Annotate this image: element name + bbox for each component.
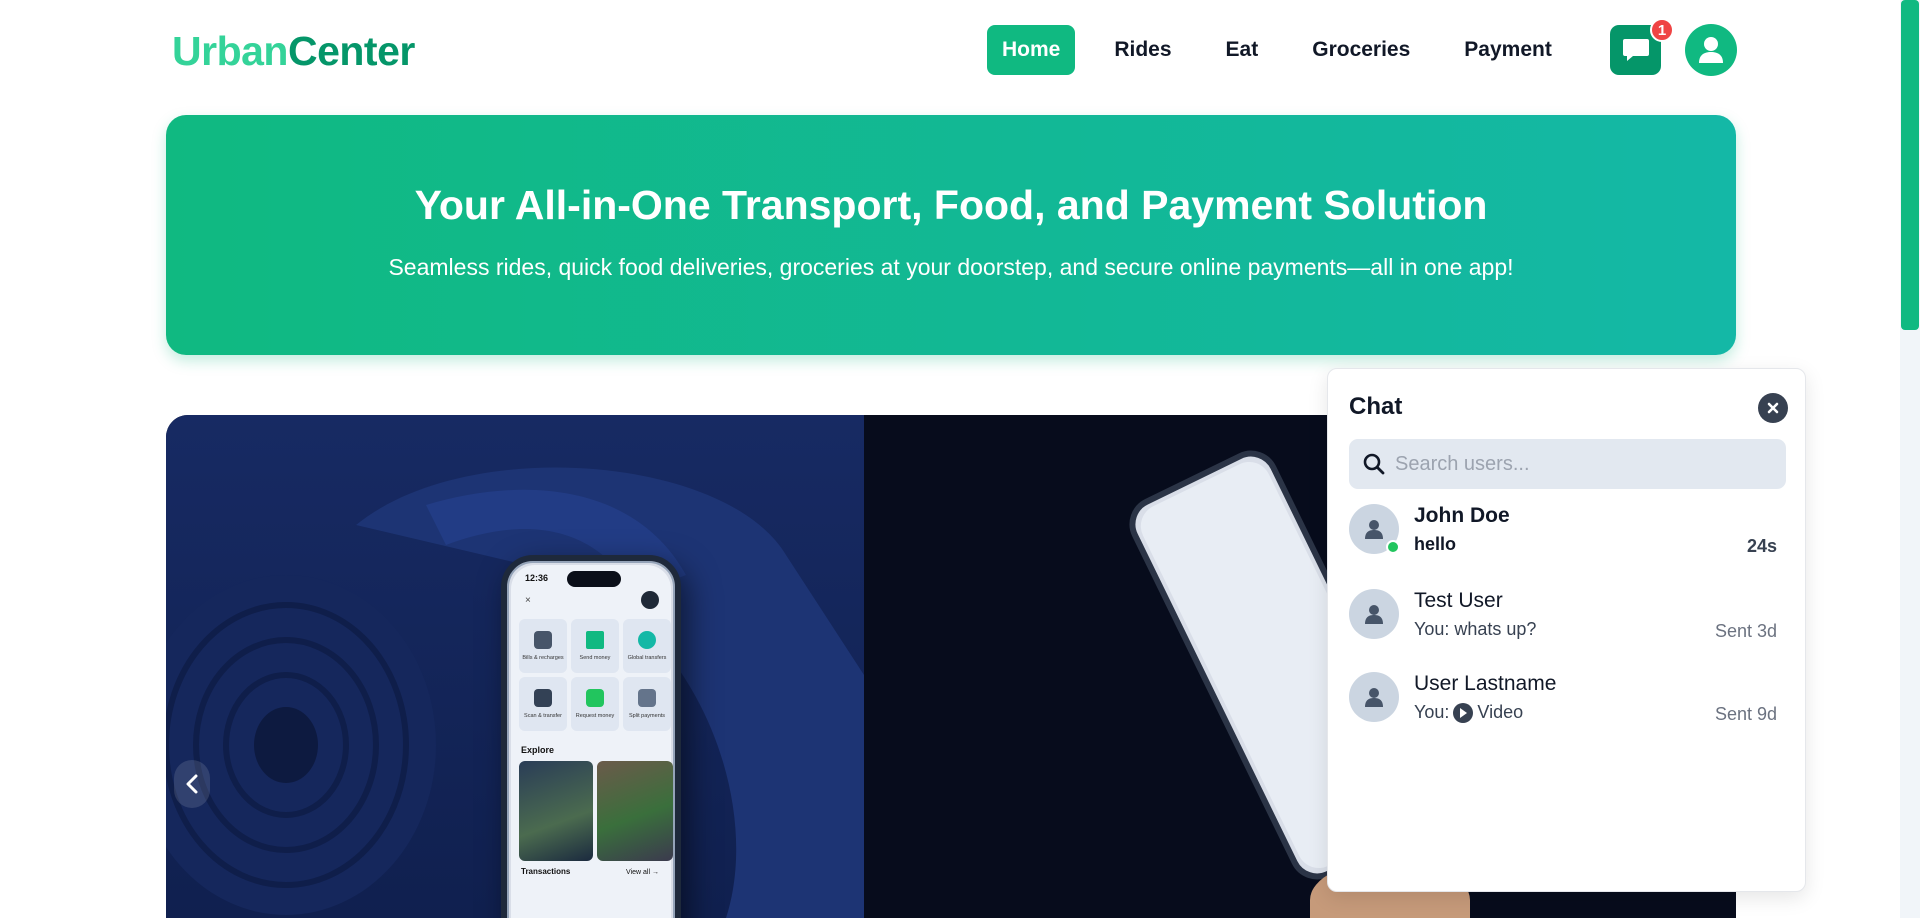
conversation-item[interactable]: Test User You: whats up? Sent 3d	[1349, 589, 1786, 649]
hero-banner: Your All-in-One Transport, Food, and Pay…	[166, 115, 1736, 355]
user-icon	[1699, 37, 1723, 63]
phone-tile-label: Bills & recharges	[522, 655, 564, 661]
nav-rides[interactable]: Rides	[1099, 25, 1186, 75]
explore-image	[519, 761, 593, 861]
phone-tile: Global transfers	[623, 619, 671, 673]
dynamic-island	[567, 571, 621, 587]
phone-tile-label: Split payments	[628, 713, 666, 719]
phone-tile-label: Global transfers	[627, 655, 667, 661]
logo-part-center: Center	[287, 28, 415, 74]
logo-part-urban: Urban	[172, 28, 288, 74]
profile-button[interactable]	[1685, 24, 1737, 76]
carousel-prev-button[interactable]	[174, 760, 210, 808]
nav-home[interactable]: Home	[987, 25, 1076, 75]
phone-tile: Scan & transfer	[519, 677, 567, 731]
explore-image	[597, 761, 673, 861]
page-scrollbar-thumb[interactable]	[1901, 0, 1919, 330]
nav-payment[interactable]: Payment	[1449, 25, 1567, 75]
phone-time: 12:36	[525, 573, 549, 583]
phone-view-all: View all →	[626, 869, 659, 876]
conversation-name: User Lastname	[1414, 672, 1557, 695]
nav-groceries[interactable]: Groceries	[1297, 25, 1425, 75]
phone-mockup: 12:36 × Bills & recharges Send money Glo…	[501, 555, 681, 918]
chat-unread-badge: 1	[1650, 18, 1674, 42]
conversation-item[interactable]: John Doe hello 24s	[1349, 504, 1786, 564]
chat-search-input[interactable]	[1395, 439, 1775, 489]
top-header: UrbanCenter Home Rides Eat Groceries Pay…	[0, 0, 1900, 100]
message-video-label: Video	[1477, 702, 1524, 722]
close-icon	[1767, 402, 1779, 414]
conversation-name: John Doe	[1414, 504, 1510, 527]
user-icon	[1365, 520, 1383, 539]
user-icon	[1365, 605, 1383, 624]
phone-explore-heading: Explore	[521, 745, 555, 755]
online-indicator	[1386, 540, 1400, 554]
nav-eat[interactable]: Eat	[1211, 25, 1274, 75]
conversation-last-message: You: whats up?	[1414, 619, 1537, 639]
main-nav: Home Rides Eat Groceries Payment	[987, 25, 1567, 75]
phone-screen: 12:36 × Bills & recharges Send money Glo…	[511, 565, 673, 918]
conversation-item[interactable]: User Lastname You: Video Sent 9d	[1349, 672, 1786, 732]
phone-transactions-heading: Transactions	[521, 867, 571, 876]
phone-tile-label: Request money	[575, 713, 615, 719]
close-icon: ×	[525, 595, 531, 606]
phone-tile-label: Scan & transfer	[524, 713, 562, 719]
logo[interactable]: UrbanCenter	[172, 28, 415, 75]
conversation-time: Sent 3d	[1714, 621, 1777, 641]
hero-subtitle: Seamless rides, quick food deliveries, g…	[388, 254, 1514, 280]
conversation-time: 24s	[1746, 536, 1777, 556]
chat-title: Chat	[1349, 393, 1403, 420]
phone-action-grid: Bills & recharges Send money Global tran…	[519, 619, 671, 731]
phone-tile-label: Send money	[579, 655, 611, 661]
user-icon	[1365, 688, 1383, 707]
conversation-last-message: You: Video	[1414, 702, 1523, 723]
avatar	[1349, 589, 1399, 639]
hero-title: Your All-in-One Transport, Food, and Pay…	[414, 182, 1488, 228]
phone-tile: Split payments	[623, 677, 671, 731]
message-icon	[1622, 39, 1649, 61]
phone-tile: Bills & recharges	[519, 619, 567, 673]
conversation-time: Sent 9d	[1714, 704, 1777, 724]
message-prefix: You:	[1414, 702, 1450, 722]
carousel-slide-image-left: 12:36 × Bills & recharges Send money Glo…	[166, 415, 864, 918]
chat-close-button[interactable]	[1758, 393, 1788, 423]
chat-panel: Chat John Doe hello 24s Test User You: w…	[1327, 368, 1806, 892]
conversation-name: Test User	[1414, 589, 1503, 612]
conversation-last-message: hello	[1414, 534, 1457, 554]
play-icon	[1453, 702, 1474, 723]
menu-icon	[641, 591, 659, 609]
chevron-left-icon	[186, 774, 198, 794]
phone-tile: Send money	[571, 619, 619, 673]
avatar	[1349, 672, 1399, 722]
search-icon	[1363, 453, 1385, 475]
chat-search-box	[1349, 439, 1786, 489]
phone-tile: Request money	[571, 677, 619, 731]
